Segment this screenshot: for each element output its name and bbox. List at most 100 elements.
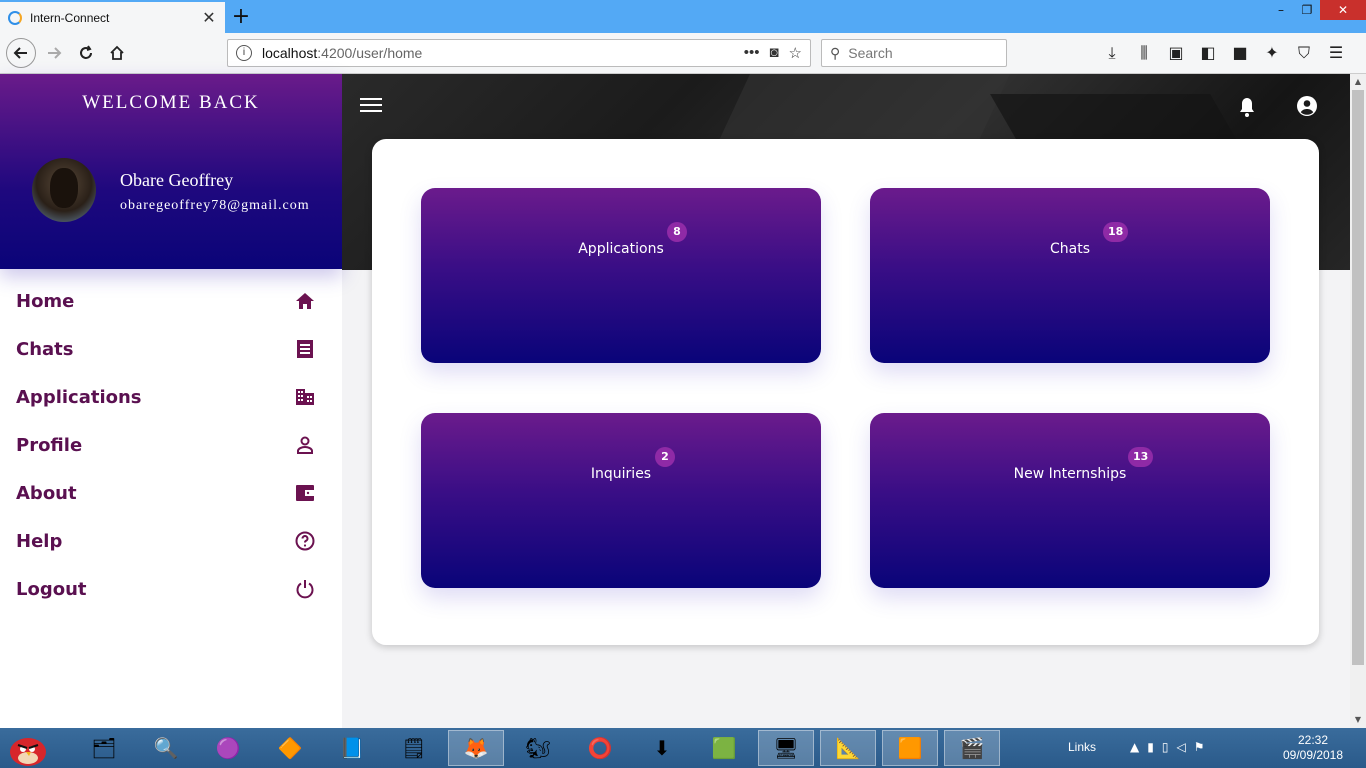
app-root: WELCOME BACK Obare Geoffrey obaregeoffre… (0, 74, 1350, 728)
page-scrollbar[interactable]: ▲ ▼ (1350, 74, 1366, 728)
tile-new-internships[interactable]: New Internships 13 (870, 413, 1270, 588)
chat-list-icon (294, 338, 316, 360)
forward-button[interactable] (40, 39, 68, 67)
browser-tab[interactable]: Intern-Connect ✕ (0, 2, 225, 33)
search-placeholder: Search (848, 45, 893, 61)
tile-inquiries[interactable]: Inquiries 2 (421, 413, 821, 588)
welcome-heading: WELCOME BACK (82, 92, 260, 113)
extension-gnome-icon[interactable]: ✦ (1263, 43, 1281, 63)
sidebar-item-label: Home (16, 290, 75, 312)
user-email: obaregeoffrey78@gmail.com (120, 198, 310, 213)
favicon-icon (8, 10, 22, 25)
account-circle-icon[interactable] (1296, 95, 1318, 117)
notes-icon[interactable]: 📘 (324, 730, 380, 766)
firefox-icon[interactable]: 🦊 (448, 730, 504, 766)
user-name: Obare Geoffrey (120, 170, 234, 190)
sidebar-item-label: Chats (16, 338, 74, 360)
search-icon: ⚲ (830, 44, 841, 61)
vscode-icon[interactable]: 📐 (820, 730, 876, 766)
sticky-notes-icon[interactable]: 🗒 (386, 730, 442, 766)
tile-applications[interactable]: Applications 8 (421, 188, 821, 363)
url-actions: ••• ◙ ☆ (744, 44, 810, 62)
tab-close-icon[interactable]: ✕ (199, 8, 219, 27)
os-taskbar: 🗂 🔍 🟣 🔶 📘 🗒 🦊 🐿 ⭕ ⬇ 🟩 🖥 📐 🟧 🎬 Links ▲ ▮ … (0, 728, 1366, 768)
shield-icon[interactable]: ⛉ (1295, 43, 1313, 63)
sidebar-item-logout[interactable]: Logout (0, 565, 342, 613)
clock-time: 22:32 (1297, 733, 1329, 747)
tile-label: Chats (1049, 241, 1090, 257)
notification-bell-icon[interactable] (1237, 96, 1257, 118)
toolbar-icons: ⤓ ⫼ ▣ ◧ ■ ✦ ⛉ ☰ (1103, 43, 1345, 63)
library-icon[interactable]: ⫼ (1135, 43, 1153, 63)
start-button[interactable] (4, 730, 50, 766)
help-circle-icon (294, 530, 316, 552)
volume-icon[interactable]: ◁ (1176, 740, 1185, 754)
info-icon[interactable]: i (236, 45, 252, 61)
scroll-down-icon[interactable]: ▼ (1350, 712, 1366, 728)
url-host: localhost (262, 45, 318, 61)
new-tab-button[interactable]: + (230, 4, 252, 29)
avatar (32, 158, 96, 222)
scroll-up-icon[interactable]: ▲ (1350, 74, 1366, 90)
more-actions-icon[interactable]: ••• (744, 44, 760, 62)
hamburger-menu-icon[interactable] (360, 98, 382, 114)
building-icon (294, 386, 316, 408)
search-input[interactable]: ⚲ Search (821, 39, 1007, 67)
sidebar-item-label: Help (16, 530, 63, 552)
flag-icon[interactable]: ⚑ (1194, 740, 1205, 754)
pocket-icon[interactable]: ◙ (769, 44, 778, 62)
reload-icon (80, 45, 92, 59)
extension-save-icon[interactable]: ■ (1231, 43, 1249, 63)
sidebar-item-label: About (16, 482, 77, 504)
url-bar[interactable]: i localhost:4200/user/home ••• ◙ ☆ (227, 39, 811, 67)
scroll-thumb[interactable] (1352, 90, 1364, 665)
sidebar-toggle-icon[interactable]: ▣ (1167, 43, 1185, 63)
minimize-button[interactable]: – (1268, 0, 1294, 20)
back-button[interactable] (6, 38, 36, 68)
angry-bird-icon (10, 738, 46, 766)
tab-title: Intern-Connect (30, 10, 110, 25)
count-badge: 13 (1128, 447, 1154, 467)
browser-home-icon (110, 45, 124, 60)
uc-browser-icon[interactable]: 🐿 (510, 730, 566, 766)
vlc-icon[interactable]: 🔶 (262, 730, 318, 766)
sidebar-item-chats[interactable]: Chats (0, 325, 342, 373)
network-icon[interactable]: ▮ (1147, 740, 1154, 754)
app-ball-icon[interactable]: 🟣 (200, 730, 256, 766)
count-badge: 8 (667, 222, 687, 242)
maximize-button[interactable]: ❐ (1294, 0, 1320, 20)
download-manager-icon[interactable]: ⬇ (634, 730, 690, 766)
extension-color-icon[interactable]: ◧ (1199, 43, 1217, 63)
sidebar-item-profile[interactable]: Profile (0, 421, 342, 469)
monitor-icon[interactable]: 🖥 (758, 730, 814, 766)
menu-icon[interactable]: ☰ (1327, 43, 1345, 63)
sidebar-item-label: Logout (16, 578, 87, 600)
file-explorer-icon[interactable]: 🗂 (76, 730, 132, 766)
browser-nav-bar: i localhost:4200/user/home ••• ◙ ☆ ⚲ Sea… (0, 33, 1366, 74)
sidebar-item-help[interactable]: Help (0, 517, 342, 565)
browser-tab-bar: Intern-Connect ✕ + – ❐ ✕ (0, 0, 1366, 33)
bookmark-star-icon[interactable]: ☆ (789, 44, 802, 62)
search-app-icon[interactable]: 🔍 (138, 730, 194, 766)
links-toolbar[interactable]: Links (1068, 740, 1096, 754)
sidebar-item-about[interactable]: About (0, 469, 342, 517)
window-controls: – ❐ ✕ (1268, 0, 1366, 22)
media-player-icon[interactable]: 🎬 (944, 730, 1000, 766)
download-icon[interactable]: ⤓ (1103, 43, 1121, 63)
sublime-icon[interactable]: 🟧 (882, 730, 938, 766)
sidebar-menu: Home Chats Applications Profile About He… (0, 277, 342, 613)
app-oo-icon[interactable]: ⭕ (572, 730, 628, 766)
sidebar-item-applications[interactable]: Applications (0, 373, 342, 421)
system-clock[interactable]: 22:32 09/09/2018 (1278, 733, 1348, 763)
battery-icon[interactable]: ▯ (1162, 740, 1169, 754)
home-button[interactable] (103, 39, 131, 67)
count-badge: 18 (1103, 222, 1129, 242)
arrow-right-icon (48, 47, 62, 59)
close-window-button[interactable]: ✕ (1320, 0, 1366, 20)
sidebar-item-home[interactable]: Home (0, 277, 342, 325)
wallet-icon (294, 482, 316, 504)
tile-chats[interactable]: Chats 18 (870, 188, 1270, 363)
tray-expand-icon[interactable]: ▲ (1130, 740, 1139, 754)
reload-button[interactable] (72, 39, 100, 67)
pipe-icon[interactable]: 🟩 (696, 730, 752, 766)
